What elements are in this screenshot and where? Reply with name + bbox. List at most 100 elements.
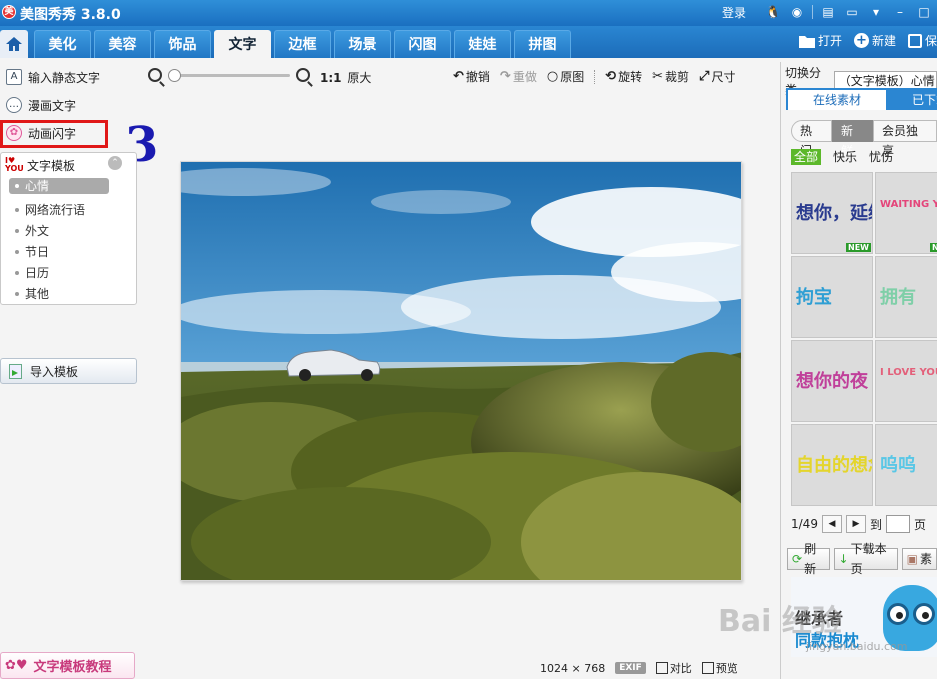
tab-4[interactable]: 边框	[274, 30, 331, 58]
undo-button[interactable]: ↶ 撤销	[453, 68, 490, 85]
new-button[interactable]: + 新建	[853, 32, 896, 49]
material-label: 素	[919, 552, 932, 566]
minimize-icon[interactable]: –	[891, 3, 909, 21]
tab-0[interactable]: 美化	[34, 30, 91, 58]
weibo-icon[interactable]: ◉	[788, 3, 806, 21]
image-dimensions: 1024 × 768	[540, 662, 605, 675]
dimension-separator: ×	[571, 661, 581, 675]
feedback-icon[interactable]: ▤	[819, 3, 837, 21]
template-item[interactable]: 其他	[9, 283, 109, 304]
template-item[interactable]: 节日	[9, 241, 109, 262]
undo-icon: ↶	[453, 69, 464, 84]
resize-button[interactable]: ⤢ 尺寸	[699, 68, 735, 85]
scissors-icon: ✂	[652, 69, 664, 84]
crop-button[interactable]: ✂ 裁剪	[652, 68, 689, 85]
main-tab-bar: 美化 美容 饰品 文字 边框 场景 闪图 娃娃 拼图 打开 + 新建 保	[0, 26, 937, 60]
filter-pill[interactable]: 新鲜	[832, 120, 873, 158]
owl-eye	[887, 603, 909, 625]
zoom-out-icon[interactable]	[148, 68, 162, 82]
rotate-button[interactable]: ⟲ 旋转	[605, 68, 642, 85]
tab-8[interactable]: 拼图	[514, 30, 571, 58]
tab-downloaded[interactable]: 已下载	[910, 90, 937, 110]
template-item-label: 节日	[25, 244, 50, 259]
template-item[interactable]: 日历	[9, 262, 109, 283]
save-icon	[907, 33, 922, 48]
static-text-item[interactable]: A 输入静态文字	[6, 66, 100, 88]
tab-6[interactable]: 闪图	[394, 30, 451, 58]
tab-2[interactable]: 饰品	[154, 30, 211, 58]
template-item-label: 外文	[25, 223, 50, 238]
login-link[interactable]: 登录	[722, 4, 746, 21]
tab-7[interactable]: 娃娃	[454, 30, 511, 58]
exif-button[interactable]: EXIF	[615, 662, 646, 674]
static-text-label: 输入静态文字	[28, 70, 101, 85]
download-page-button[interactable]: ↓ 下载本页	[833, 542, 898, 576]
maximize-icon[interactable]: □	[915, 3, 933, 21]
zoom-slider-thumb[interactable]	[168, 69, 181, 82]
actual-size-button[interactable]: 1:1 原大	[320, 69, 371, 86]
original-button[interactable]: ○ 原图	[547, 68, 584, 85]
thumbnail[interactable]: WAITING YOU NEW	[875, 172, 937, 254]
collapse-icon[interactable]: ⌃	[108, 156, 122, 170]
save-button[interactable]: 保	[907, 32, 937, 49]
redo-button[interactable]: ↷ 重做	[500, 68, 537, 85]
thumbnail[interactable]: 拘宝	[791, 256, 873, 338]
subfilter[interactable]: 忧伤	[869, 148, 893, 165]
material-button[interactable]: ▣ 素	[901, 548, 937, 570]
tab-3[interactable]: 文字	[214, 30, 271, 58]
menu-icon[interactable]: ▾	[867, 3, 885, 21]
plus-icon: +	[853, 33, 869, 48]
tab-1[interactable]: 美容	[94, 30, 151, 58]
bullet-icon	[15, 207, 19, 212]
zoom-slider[interactable]	[168, 69, 290, 82]
subfilter[interactable]: 全部	[791, 148, 822, 165]
sub-filters: 全部 快乐 忧伤	[791, 148, 893, 165]
pager: 1/49 ◀ ▶ 到 页	[791, 515, 926, 533]
comic-text-item[interactable]: … 漫画文字	[6, 94, 76, 116]
thumbnail[interactable]: 自由的想念	[791, 424, 873, 506]
tutorial-button[interactable]: ✿♥ 文字模板教程	[0, 652, 135, 679]
thumbnail-text: 想你的夜	[796, 371, 868, 392]
open-button[interactable]: 打开	[798, 32, 842, 49]
thumbnail-text: 拥有	[880, 287, 916, 308]
template-item[interactable]: 外文	[9, 220, 109, 241]
tab-online-material[interactable]: 在线素材	[788, 90, 886, 110]
zoom-ratio: 1:1	[320, 71, 342, 85]
template-item[interactable]: 网络流行语	[9, 199, 109, 220]
thumbnail[interactable]: 想你的夜	[791, 340, 873, 422]
home-button[interactable]	[0, 30, 28, 58]
title-bar: 美 美图秀秀 3.8.0 登录 🐧 ◉ ▤ ▭ ▾ – □	[0, 0, 937, 26]
edit-tools: ↶ 撤销 ↷ 重做 ○ 原图 ⟲ 旋转 ✂ 裁剪 ⤢ 尺寸	[453, 68, 735, 85]
page-input[interactable]	[885, 515, 910, 533]
preview-button[interactable]: 预览	[701, 660, 738, 676]
template-header[interactable]: I♥ YOU 文字模板	[5, 155, 75, 175]
thumbnail[interactable]: 想你，延续 NEW	[791, 172, 873, 254]
compare-button[interactable]: 对比	[655, 660, 692, 676]
new-label: 新建	[871, 34, 896, 48]
tab-5[interactable]: 场景	[334, 30, 391, 58]
photo-canvas[interactable]	[180, 161, 742, 581]
thumbnail[interactable]: 呜呜	[875, 424, 937, 506]
message-icon[interactable]: ▭	[843, 3, 861, 21]
qq-icon[interactable]: 🐧	[764, 3, 782, 21]
page-label: 页	[913, 517, 926, 532]
thumbnail[interactable]: I LOVE YOU	[875, 340, 937, 422]
zoom-in-icon[interactable]	[296, 68, 310, 82]
filter-pill[interactable]: 会员独享	[873, 120, 937, 158]
thumbnail[interactable]: 拥有	[875, 256, 937, 338]
template-item[interactable]: 心情	[9, 178, 109, 194]
template-panel: I♥ YOU 文字模板 ⌃ 心情网络流行语外文节日日历其他	[0, 152, 137, 305]
next-page-button[interactable]: ▶	[845, 515, 866, 533]
speech-bubble-icon: …	[6, 97, 22, 113]
template-item-label: 日历	[25, 265, 50, 280]
import-icon	[9, 363, 22, 379]
subfilter[interactable]: 快乐	[833, 148, 857, 165]
material-tabs: 在线素材 已下载	[786, 88, 937, 110]
prev-page-button[interactable]: ◀	[821, 515, 842, 533]
owl-eye	[913, 603, 935, 625]
import-template-button[interactable]: 导入模板	[0, 358, 137, 384]
filter-pill[interactable]: 热门	[791, 120, 832, 158]
circle-icon: ○	[546, 69, 559, 84]
refresh-button[interactable]: ⟳ 刷新	[787, 542, 830, 576]
bullet-icon	[15, 291, 19, 296]
